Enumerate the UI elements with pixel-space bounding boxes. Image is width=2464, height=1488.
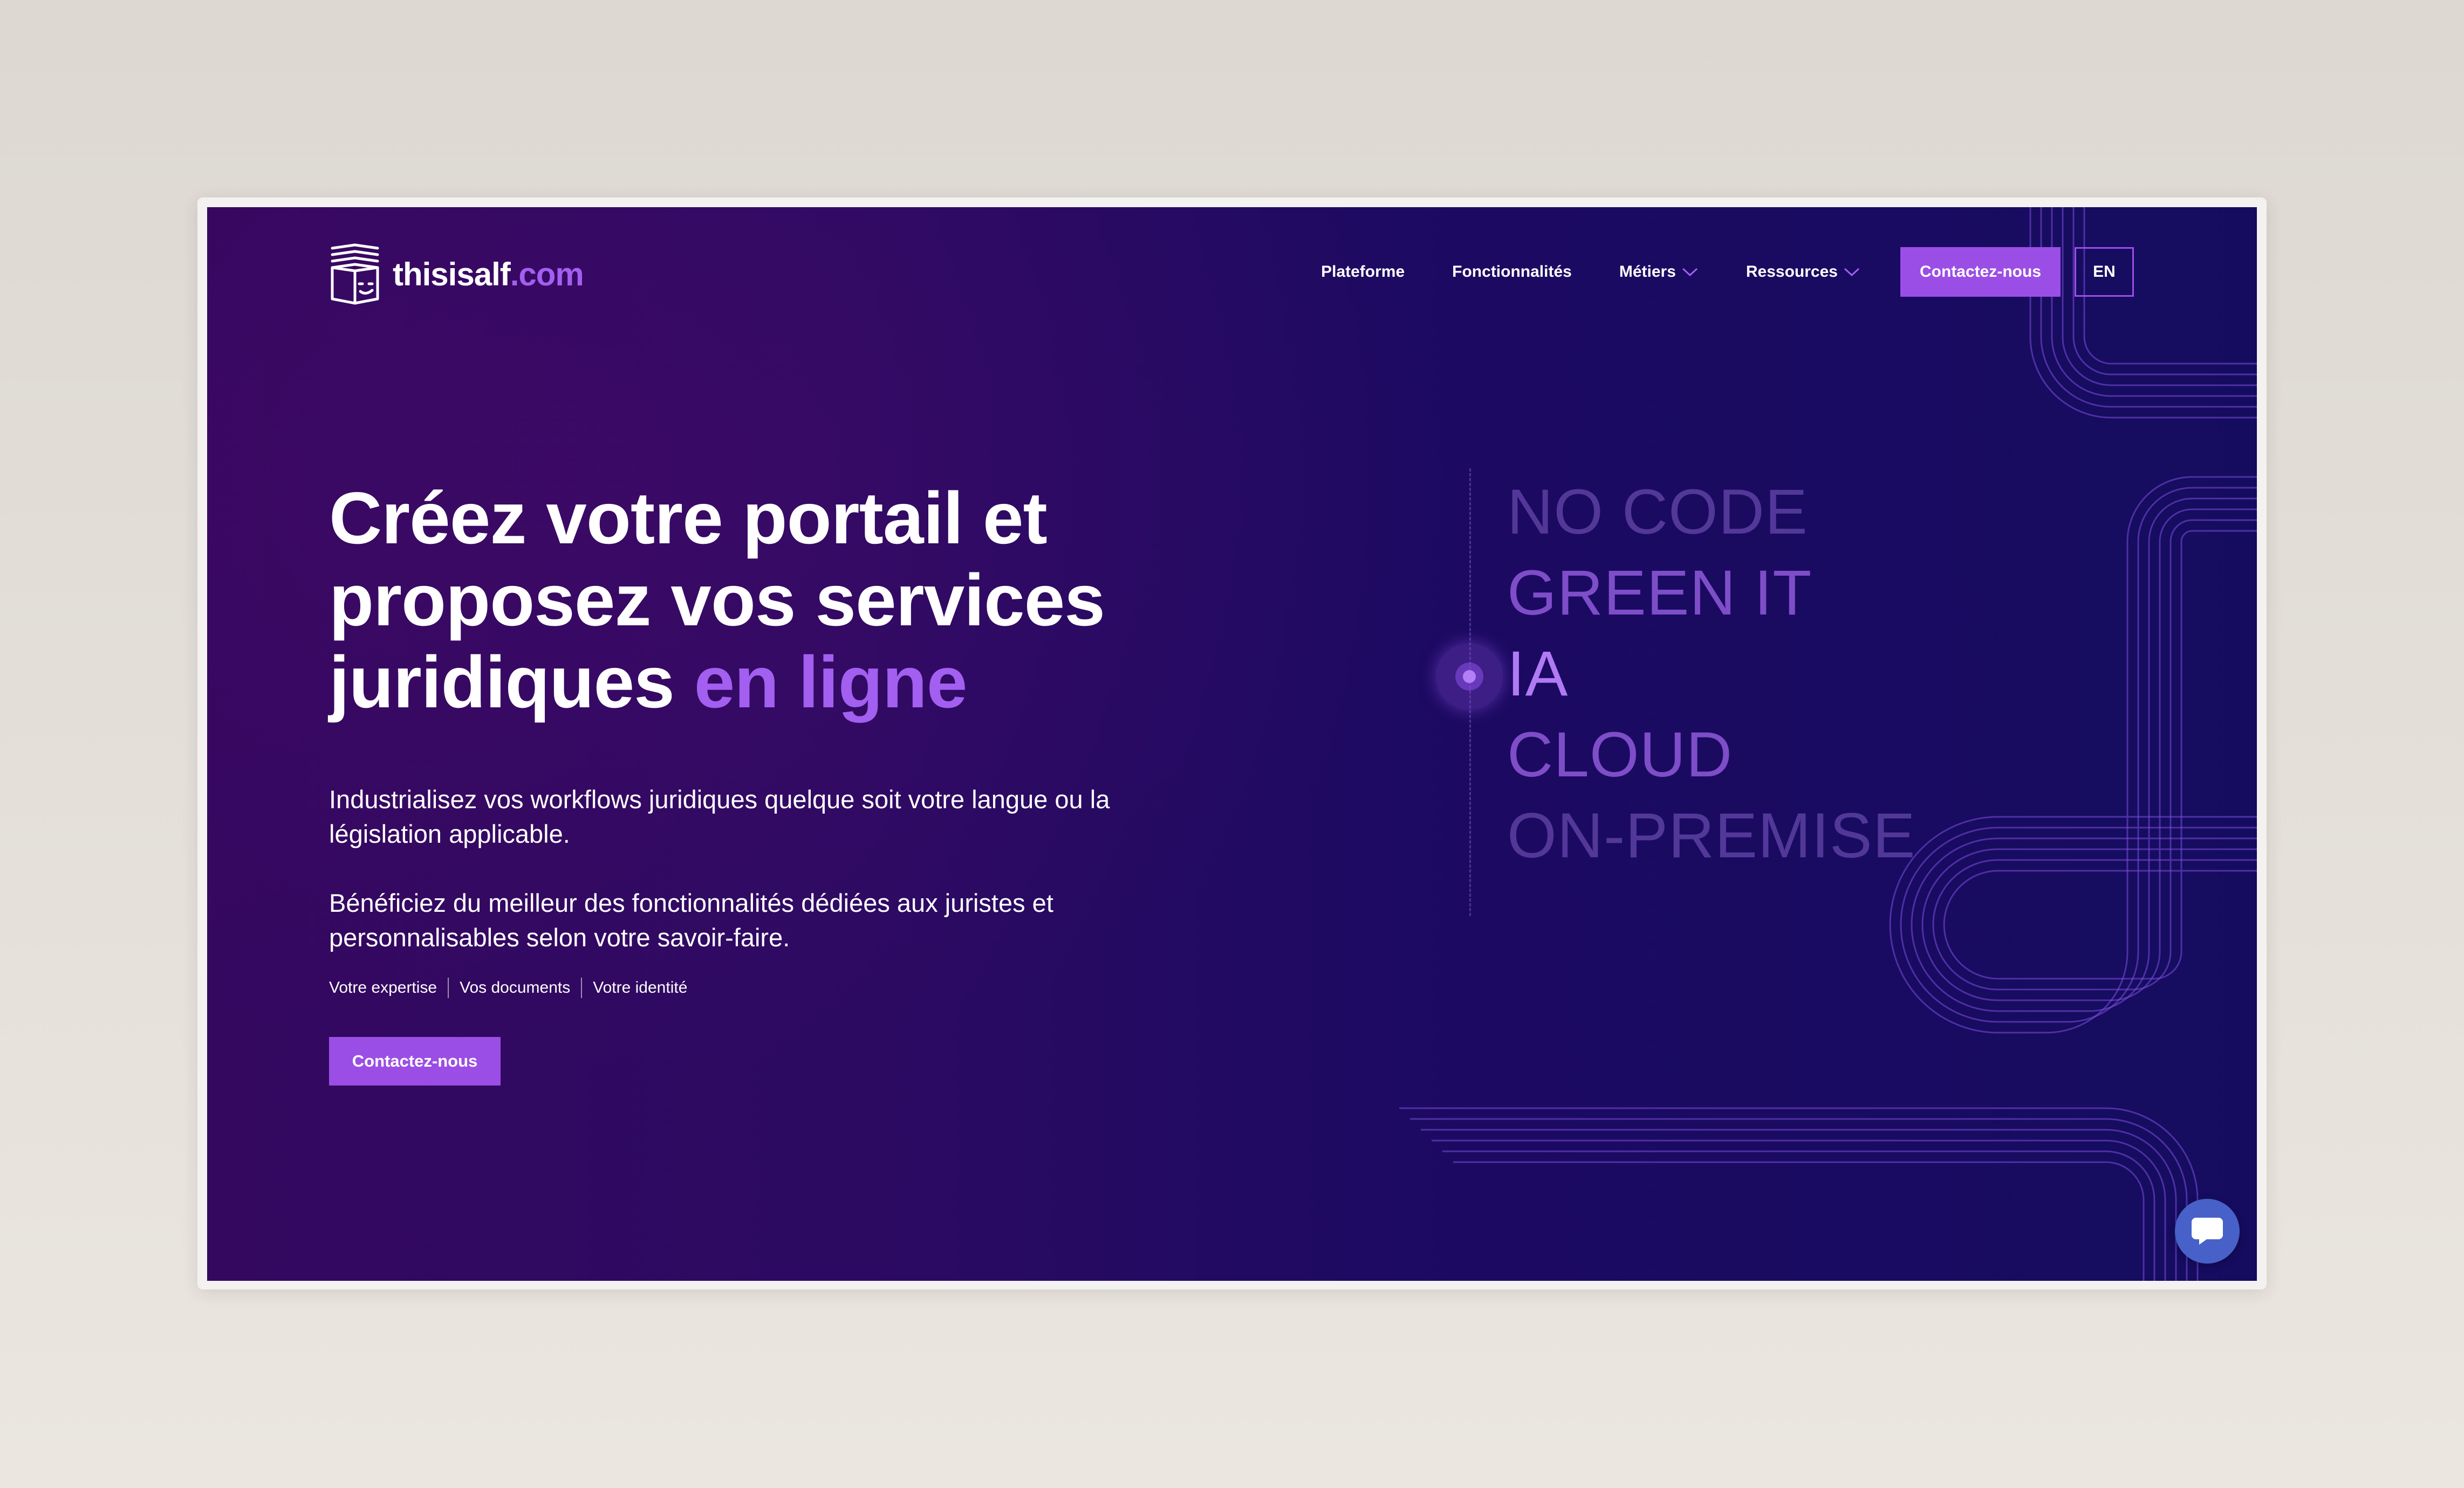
- keyword-item-active: IA: [1507, 638, 1569, 709]
- nav-item-metiers[interactable]: Métiers: [1619, 263, 1699, 281]
- hero-title-accent: en ligne: [694, 641, 968, 723]
- hero-contact-button[interactable]: Contactez-nous: [329, 1037, 501, 1086]
- logo-wordmark: thisisalf.com: [393, 256, 584, 293]
- tag-divider: [581, 978, 583, 998]
- hero-title: Créez votre portail et proposez vos serv…: [329, 477, 1246, 723]
- chevron-down-icon: [1682, 268, 1698, 277]
- hero-title-text: juridiques: [329, 641, 675, 723]
- tag-divider: [448, 978, 449, 998]
- box-face-icon: [331, 243, 379, 305]
- logo-tld: .com: [510, 256, 584, 292]
- logo-name: thisisalf: [393, 256, 511, 292]
- chat-widget-button[interactable]: [2175, 1199, 2240, 1264]
- nav-item-label: Plateforme: [1321, 263, 1405, 281]
- nav-item-label: Métiers: [1619, 263, 1676, 281]
- hero-tag: Votre expertise: [329, 979, 437, 996]
- hero-tag: Votre identité: [593, 979, 688, 996]
- hero-paragraph: Industrialisez vos workflows juridiques …: [329, 785, 1110, 848]
- hero-title-line: proposez vos services: [329, 559, 1105, 641]
- keyword-item: NO CODE: [1507, 476, 1808, 548]
- hero-tags: Votre expertise Vos documents Votre iden…: [329, 978, 687, 998]
- background-glow: [207, 207, 2257, 1281]
- language-switch-button[interactable]: EN: [2075, 247, 2134, 297]
- keyword-item: ON-PREMISE: [1507, 800, 1916, 871]
- hero-paragraph: Bénéficiez du meilleur des fonctionnalit…: [329, 889, 1053, 952]
- nav-item-label: Fonctionnalités: [1452, 263, 1572, 281]
- nav-item-ressources[interactable]: Ressources: [1746, 263, 1860, 281]
- keyword-item: GREEN IT: [1507, 557, 1812, 629]
- nav-item-fonctionnalites[interactable]: Fonctionnalités: [1452, 263, 1572, 281]
- keyword-item: CLOUD: [1507, 719, 1733, 790]
- indicator-dot: [1463, 670, 1476, 683]
- hero-title-line: Créez votre portail et: [329, 477, 1048, 559]
- main-navigation: Plateforme Fonctionnalités Métiers Resso…: [1321, 247, 2134, 297]
- nav-item-plateforme[interactable]: Plateforme: [1321, 263, 1405, 281]
- chevron-down-icon: [1844, 268, 1860, 277]
- nav-contact-button[interactable]: Contactez-nous: [1900, 247, 2061, 297]
- indicator-ring: [1455, 663, 1483, 691]
- chat-bubble-icon: [2192, 1218, 2223, 1245]
- active-keyword-indicator: [1436, 643, 1503, 710]
- nav-item-label: Ressources: [1746, 263, 1838, 281]
- website-viewport: thisisalf.com Plateforme Fonctionnalités…: [207, 207, 2257, 1281]
- hero-tag: Vos documents: [460, 979, 571, 996]
- hero-title-line: juridiques en ligne: [329, 641, 1246, 723]
- decorative-lines: [1399, 207, 2257, 1281]
- logo[interactable]: thisisalf.com: [329, 241, 584, 308]
